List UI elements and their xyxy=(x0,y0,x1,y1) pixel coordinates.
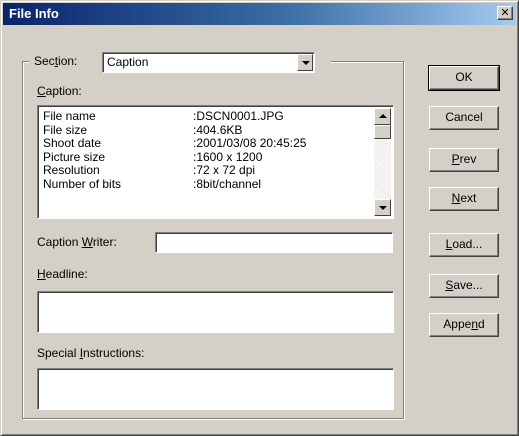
caption-row: Picture size :1600 x 1200 xyxy=(43,149,368,165)
caption-row-key: Resolution xyxy=(43,163,100,177)
prev-button[interactable]: Prev xyxy=(429,148,499,172)
caption-row-key: Shoot date xyxy=(43,136,102,150)
close-icon: ✕ xyxy=(500,7,510,19)
caption-row-key: Number of bits xyxy=(43,176,122,191)
chevron-down-icon xyxy=(302,61,310,65)
title-bar: File Info ✕ xyxy=(3,3,516,25)
caption-row-value: :72 x 72 dpi xyxy=(193,163,256,177)
section-label: Section: xyxy=(34,54,78,68)
caption-row-key: File name xyxy=(43,109,96,123)
caption-writer-input[interactable] xyxy=(155,232,393,253)
caption-row: Shoot date :2001/03/08 20:45:25 xyxy=(43,136,368,151)
scroll-down-button[interactable] xyxy=(374,199,391,216)
headline-input[interactable] xyxy=(37,291,394,333)
caption-scrollbar[interactable] xyxy=(374,108,391,216)
ok-button[interactable]: OK xyxy=(428,65,500,91)
caption-writer-label: Caption Writer: xyxy=(37,235,117,249)
section-select-value: Caption xyxy=(107,55,149,69)
scroll-up-button[interactable] xyxy=(374,108,391,125)
caption-row: File name :DSCN0001.JPG xyxy=(43,109,368,124)
caption-textarea[interactable]: File name:DSCN0001.JPG File size:404.6KB S… xyxy=(37,105,394,219)
caption-row-value: :2001/03/08 20:45:25 xyxy=(193,136,307,150)
special-instructions-input[interactable] xyxy=(37,368,394,410)
scroll-thumb[interactable] xyxy=(374,125,391,139)
caption-row: Resolution :72 x 72 dpi xyxy=(43,163,368,178)
close-button[interactable]: ✕ xyxy=(497,6,513,20)
arrow-down-icon xyxy=(379,206,387,210)
caption-row-value: :1600 x 1200 xyxy=(193,149,263,164)
caption-row-key: File size xyxy=(43,122,88,137)
caption-row-value: :8bit/channel xyxy=(193,176,262,191)
append-button[interactable]: Append xyxy=(429,313,499,337)
caption-row-value: :DSCN0001.JPG xyxy=(193,109,284,123)
caption-row-key: Picture size xyxy=(43,149,106,164)
section-dropdown-button[interactable] xyxy=(297,54,313,71)
caption-label: Caption: xyxy=(37,84,82,98)
load-button[interactable]: Load... xyxy=(429,233,499,257)
window-title: File Info xyxy=(9,6,59,21)
file-info-dialog: File Info ✕ Section: Caption Caption: Fi… xyxy=(0,0,519,436)
save-button[interactable]: Save... xyxy=(429,274,499,298)
caption-row-value: :404.6KB xyxy=(193,122,243,137)
section-select[interactable]: Caption xyxy=(102,52,315,73)
caption-lines: File name:DSCN0001.JPG File size:404.6KB S… xyxy=(43,109,368,192)
next-button[interactable]: Next xyxy=(429,187,499,211)
caption-row: File size :404.6KB xyxy=(43,122,368,138)
cancel-button[interactable]: Cancel xyxy=(429,106,499,130)
headline-label: Headline: xyxy=(37,267,88,281)
special-instructions-label: Special Instructions: xyxy=(37,346,145,360)
caption-row: Number of bits :8bit/channel xyxy=(43,176,368,192)
arrow-up-icon xyxy=(379,114,387,118)
